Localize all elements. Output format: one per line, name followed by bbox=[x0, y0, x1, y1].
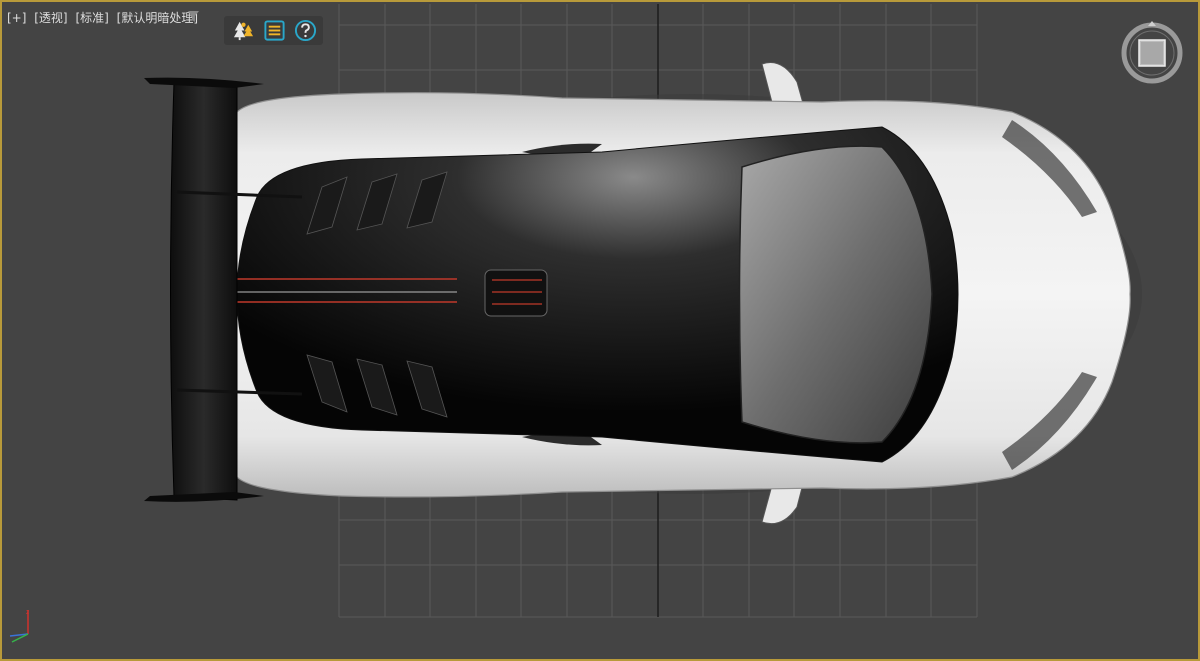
axis-gizmo-icon: z bbox=[9, 609, 29, 643]
svg-text:z: z bbox=[26, 609, 29, 616]
view-mode-menu[interactable]: [透视] bbox=[34, 11, 67, 25]
viewport-label-menu[interactable]: [+] [透视] [标准] [默认明暗处理] bbox=[7, 9, 202, 26]
scene-explorer-icon[interactable] bbox=[232, 19, 255, 42]
perspective-viewport[interactable]: [+] [透视] [标准] [默认明暗处理] z bbox=[0, 0, 1200, 661]
viewport-toolbar bbox=[224, 16, 323, 45]
layer-list-icon[interactable] bbox=[263, 19, 286, 42]
filter-icon[interactable] bbox=[188, 11, 199, 22]
display-mode-menu[interactable]: [标准] bbox=[75, 11, 108, 25]
shading-mode-menu[interactable]: [默认明暗处理] bbox=[117, 11, 198, 25]
car-model[interactable] bbox=[2, 2, 1200, 661]
viewcube-icon[interactable] bbox=[1118, 19, 1186, 87]
help-icon[interactable] bbox=[294, 19, 317, 42]
viewport-plus-menu[interactable]: [+] bbox=[7, 11, 26, 25]
